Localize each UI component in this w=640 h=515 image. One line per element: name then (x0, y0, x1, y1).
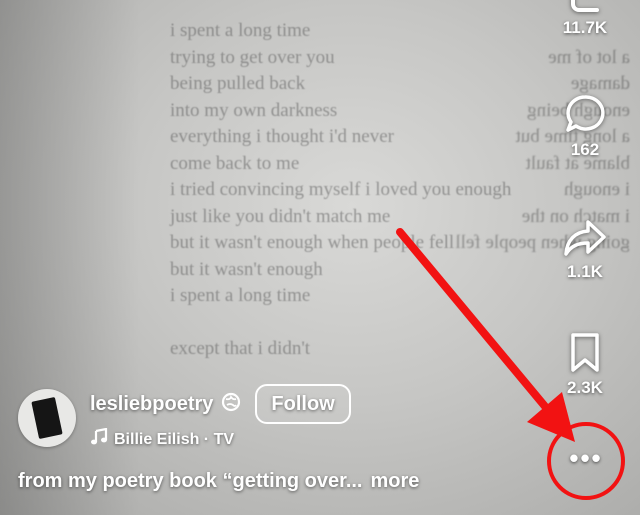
avatar-book-image (31, 396, 63, 439)
arrow-shaft (396, 228, 552, 414)
more-options-button[interactable]: ••• (547, 422, 625, 500)
more-dots-icon: ••• (569, 443, 603, 473)
comment-icon[interactable] (563, 92, 607, 136)
sound-row[interactable]: Billie Eilish · TV (90, 427, 351, 451)
avatar[interactable] (18, 388, 76, 447)
repost-arrow-icon[interactable] (562, 218, 608, 258)
saves-count: 2.3K (567, 378, 603, 397)
comments-count: 162 (570, 140, 600, 159)
bookmark-icon[interactable] (567, 332, 603, 374)
username[interactable]: lesliebpoetry (90, 393, 213, 416)
share-count: 11.7K (562, 18, 608, 37)
share-icon[interactable] (563, 0, 607, 14)
caption[interactable]: from my poetry book “getting over... more (18, 470, 419, 493)
sound-name: Billie Eilish · TV (114, 430, 235, 448)
share-action[interactable]: 11.7K (530, 0, 640, 38)
music-note-icon (90, 427, 108, 451)
globe-icon (221, 392, 241, 417)
video-frame[interactable]: a lot of me damage enough being a long t… (0, 0, 640, 515)
follow-button[interactable]: Follow (255, 384, 351, 424)
caption-more-link[interactable]: more (371, 470, 420, 492)
repost-action[interactable]: 1.1K (530, 218, 640, 282)
author-meta: lesliebpoetry Follow Billie Eilish · TV (90, 384, 351, 451)
caption-text: from my poetry book “getting over... (18, 470, 363, 492)
author-block: lesliebpoetry Follow Billie Eilish · TV (18, 384, 351, 451)
reposts-count: 1.1K (567, 262, 603, 281)
comments-action[interactable]: 162 (530, 92, 640, 160)
author-row: lesliebpoetry Follow (90, 384, 351, 424)
save-action[interactable]: 2.3K (530, 332, 640, 398)
